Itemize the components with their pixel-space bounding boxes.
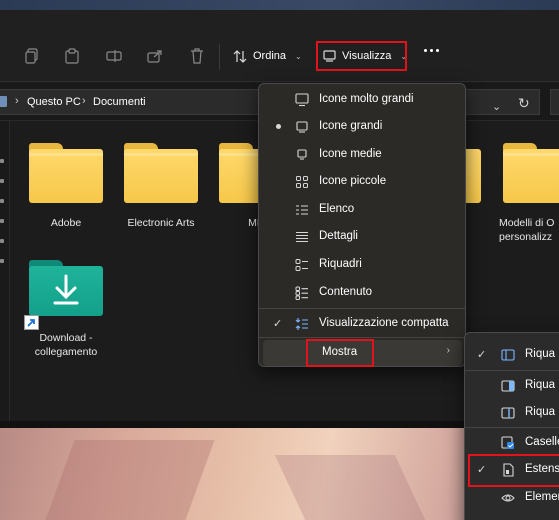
menu-separator (259, 308, 465, 309)
breadcrumb-separator: › (15, 95, 19, 107)
shortcut-label-line1[interactable]: Download - (16, 331, 116, 345)
show-submenu: ✓ Riqua Riqua Riqua Caselle ✓ Estens Ele… (464, 332, 559, 520)
submenu-item-label: Riqua (525, 406, 556, 418)
menu-item-label: Riquadri (319, 258, 362, 270)
details-pane-icon (501, 379, 515, 393)
menu-item-label: Visualizzazione compatta (319, 317, 449, 329)
submenu-item-pane-1[interactable]: ✓ Riqua (465, 342, 559, 368)
folder-label[interactable]: Electronic Arts (111, 216, 211, 230)
submenu-item-label: Riqua (525, 379, 556, 391)
delete-icon[interactable] (188, 47, 206, 65)
nav-item-marker[interactable] (0, 179, 4, 183)
menu-item-label: Elenco (319, 203, 355, 215)
navigation-pane-icon (501, 348, 515, 362)
menu-item-label: Icone molto grandi (319, 93, 414, 105)
view-button[interactable]: Visualizza ⌄ (316, 41, 408, 71)
checkmark-icon: ✓ (273, 318, 283, 330)
submenu-item-label: Elemen (525, 491, 559, 503)
shortcut-label-line2[interactable]: collegamento (16, 345, 116, 359)
command-bar: Ordina ⌄ Visualizza ⌄ (0, 10, 559, 82)
submenu-item-pane-3[interactable]: Riqua (465, 400, 559, 426)
chevron-down-icon: ⌄ (400, 51, 408, 61)
more-options-icon[interactable] (424, 49, 439, 52)
history-dropdown-icon[interactable]: ⌄ (492, 100, 501, 113)
checkmark-icon: ✓ (477, 349, 487, 361)
sort-icon (233, 49, 247, 63)
folder-icon[interactable] (124, 143, 198, 203)
view-button-label: Visualizza (342, 50, 392, 62)
folder-label[interactable]: Modelli di O (499, 216, 559, 230)
menu-item-medium-icons[interactable]: Icone medie (263, 142, 462, 168)
menu-separator (465, 427, 559, 428)
extensions-highlight-box (468, 454, 559, 487)
submenu-item-label: Riqua (525, 348, 556, 360)
sort-button-label: Ordina (253, 50, 287, 62)
folder-icon[interactable] (503, 143, 559, 203)
submenu-item-checkboxes[interactable]: Caselle (465, 430, 559, 456)
menu-item-extra-large-icons[interactable]: Icone molto grandi (263, 87, 462, 113)
menu-item-label: Mostra (322, 346, 358, 358)
menu-item-label: Icone grandi (319, 120, 383, 132)
menu-item-large-icons[interactable]: Icone grandi (263, 114, 462, 140)
copy-icon[interactable] (23, 47, 41, 65)
chevron-down-icon: ⌄ (295, 51, 302, 61)
shortcut-arrow-icon (24, 315, 39, 330)
monitor-icon (295, 120, 309, 134)
list-icon (295, 203, 309, 217)
view-menu: Icone molto grandi Icone grandi Icone me… (258, 83, 466, 367)
folder-icon[interactable] (29, 143, 103, 203)
wallpaper-shape (45, 440, 215, 520)
checkbox-icon (501, 436, 515, 450)
nav-item-marker[interactable] (0, 239, 4, 243)
nav-item-marker[interactable] (0, 199, 4, 203)
menu-item-label: Icone piccole (319, 175, 387, 187)
window-title-strip (0, 0, 559, 10)
submenu-item-hidden-items[interactable]: Elemen (465, 485, 559, 511)
menu-item-details[interactable]: Dettagli (263, 224, 462, 250)
menu-item-content[interactable]: Contenuto (263, 280, 462, 306)
monitor-large-icon (295, 93, 309, 107)
toolbar-divider (219, 44, 220, 70)
search-input[interactable] (550, 89, 559, 115)
breadcrumb-documents[interactable]: Documenti (93, 96, 146, 108)
breadcrumb-separator: › (82, 95, 86, 107)
content-icon (295, 286, 309, 300)
preview-pane-icon (501, 406, 515, 420)
menu-item-label: Dettagli (319, 230, 358, 242)
share-icon[interactable] (146, 47, 164, 65)
folder-label[interactable]: Adobe (16, 216, 116, 230)
paste-icon[interactable] (63, 47, 81, 65)
submenu-item-label: Caselle (525, 436, 559, 448)
nav-item-marker[interactable] (0, 219, 4, 223)
sort-button[interactable]: Ordina ⌄ (233, 43, 302, 69)
chevron-right-icon: › (446, 345, 450, 356)
menu-item-label: Icone medie (319, 148, 382, 160)
menu-item-small-icons[interactable]: Icone piccole (263, 169, 462, 195)
pc-icon (0, 96, 7, 107)
menu-item-compact-view[interactable]: ✓ Visualizzazione compatta (263, 311, 462, 337)
monitor-small-icon (295, 148, 309, 162)
compact-view-icon (295, 317, 309, 331)
selected-bullet-icon (276, 124, 281, 129)
eye-icon (501, 491, 515, 505)
monitor-icon (323, 50, 336, 62)
refresh-icon[interactable]: ↻ (518, 95, 530, 112)
small-icons-grid-icon (295, 175, 309, 189)
menu-separator (465, 370, 559, 371)
download-shortcut-folder-icon[interactable] (29, 260, 103, 316)
menu-item-show[interactable]: Mostra › (263, 339, 462, 367)
folder-label[interactable]: personalizz (499, 230, 559, 244)
tiles-icon (295, 258, 309, 272)
nav-item-marker[interactable] (0, 259, 4, 263)
details-icon (295, 230, 309, 244)
menu-item-label: Contenuto (319, 286, 373, 298)
rename-icon[interactable] (105, 47, 123, 65)
menu-separator (259, 337, 465, 338)
menu-item-tiles[interactable]: Riquadri (263, 252, 462, 278)
submenu-item-pane-2[interactable]: Riqua (465, 373, 559, 399)
nav-item-marker[interactable] (0, 159, 4, 163)
breadcrumb-this-pc[interactable]: Questo PC (27, 96, 81, 108)
navigation-pane (0, 121, 10, 421)
menu-item-list[interactable]: Elenco (263, 197, 462, 223)
